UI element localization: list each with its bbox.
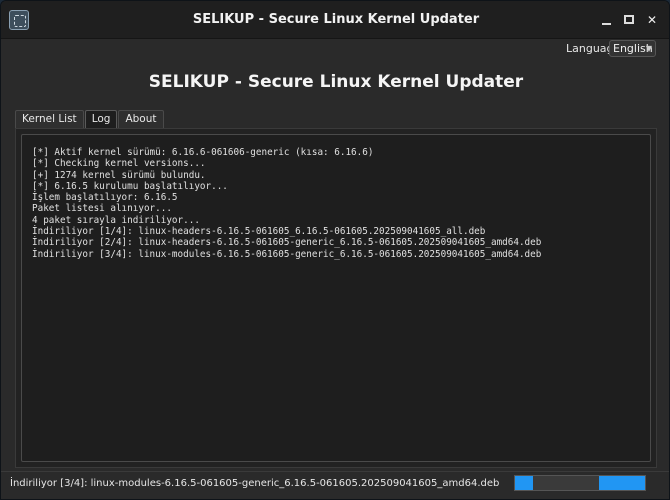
app-window: SELIKUP - Secure Linux Kernel Updater ✕ … xyxy=(0,0,670,500)
window-title: SELIKUP - Secure Linux Kernel Updater xyxy=(192,12,480,27)
log-line: İndiriliyor [1/4]: linux-headers-6.16.5-… xyxy=(32,226,486,238)
language-select[interactable]: English ▼ xyxy=(609,40,656,57)
app-icon xyxy=(9,10,29,30)
tab-kernel-list[interactable]: Kernel List xyxy=(15,110,84,128)
tab-about[interactable]: About xyxy=(118,110,164,128)
tab-log[interactable]: Log xyxy=(84,110,118,128)
progress-chunk xyxy=(515,476,533,490)
tab-bar: Kernel List Log About xyxy=(15,110,165,128)
progress-bar xyxy=(514,475,646,491)
log-line: [+] 1274 kernel sürümü bulundu. xyxy=(32,169,206,181)
page-title: SELIKUP - Secure Linux Kernel Updater xyxy=(148,72,524,92)
close-icon: ✕ xyxy=(646,13,658,27)
maximize-icon xyxy=(624,15,634,24)
log-line: [*] Aktif kernel sürümü: 6.16.6-061606-g… xyxy=(32,147,374,158)
progress-chunk xyxy=(599,476,645,490)
log-panel: [*] Aktif kernel sürümü: 6.16.6-061606-g… xyxy=(15,128,657,468)
log-line: [*] 6.16.5 kurulumu başlatılıyor... xyxy=(32,180,228,192)
minimize-icon xyxy=(602,23,611,25)
close-button[interactable]: ✕ xyxy=(645,13,659,27)
maximize-button[interactable] xyxy=(622,13,636,27)
log-lines: [*] Aktif kernel sürümü: 6.16.6-061606-g… xyxy=(32,147,541,260)
log-line: 4 paket sırayla indiriliyor... xyxy=(32,214,200,226)
log-line: Paket listesi alınıyor... xyxy=(32,203,172,215)
title-bar[interactable]: SELIKUP - Secure Linux Kernel Updater ✕ xyxy=(1,1,669,39)
status-text: İndiriliyor [3/4]: linux-modules-6.16.5-… xyxy=(10,478,500,489)
log-line: İndiriliyor [2/4]: linux-headers-6.16.5-… xyxy=(32,237,542,249)
log-line: İndiriliyor [3/4]: linux-modules-6.16.5-… xyxy=(32,248,542,260)
minimize-button[interactable] xyxy=(599,13,613,27)
chevron-down-icon: ▼ xyxy=(645,44,652,53)
log-text-area[interactable]: [*] Aktif kernel sürümü: 6.16.6-061606-g… xyxy=(21,134,651,462)
log-line: [*] Checking kernel versions... xyxy=(32,158,206,170)
log-line: İşlem başlatılıyor: 6.16.5 xyxy=(32,192,178,204)
status-bar: İndiriliyor [3/4]: linux-modules-6.16.5-… xyxy=(1,471,669,499)
